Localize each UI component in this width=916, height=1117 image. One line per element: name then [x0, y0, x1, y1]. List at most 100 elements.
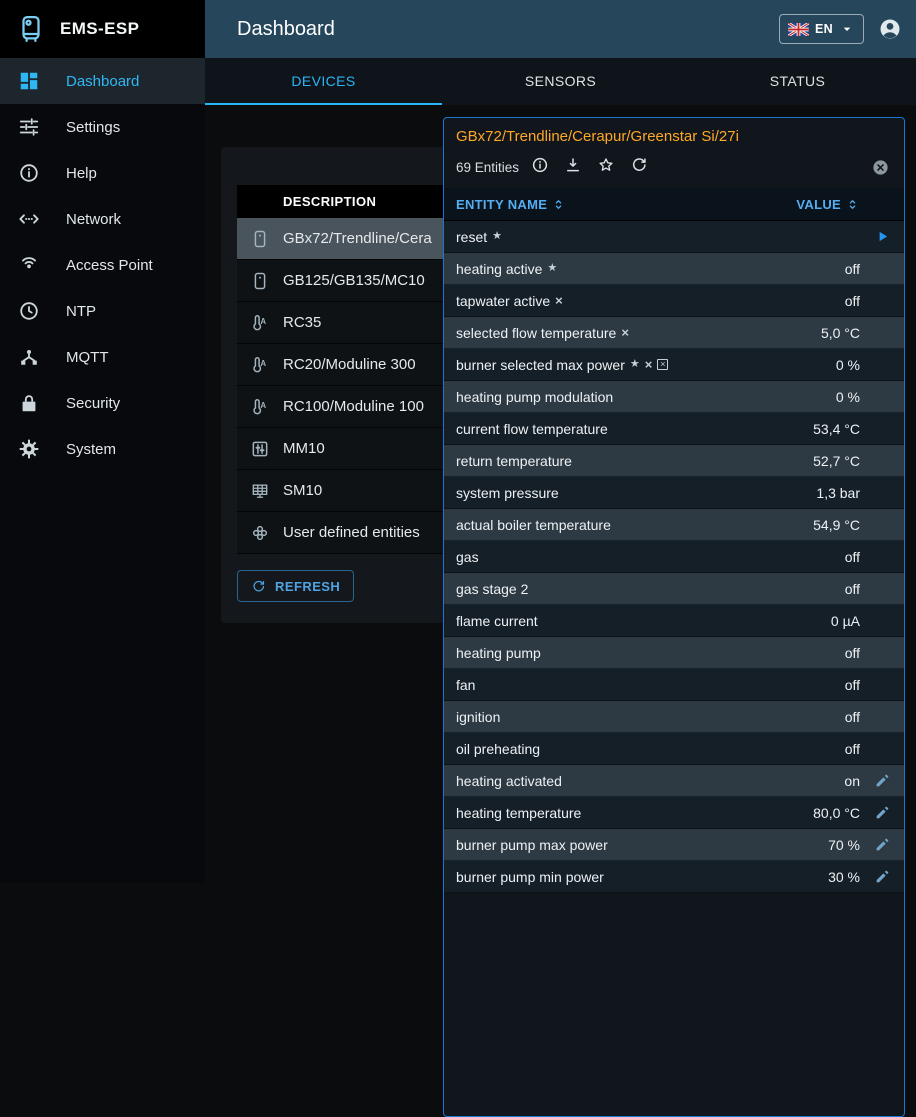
entity-value: 30 % [828, 869, 860, 885]
entity-row-heating-active[interactable]: heating active★off [444, 253, 904, 285]
entity-row-burner-selected-max-power[interactable]: burner selected max power★××0 % [444, 349, 904, 381]
info-icon[interactable] [531, 156, 549, 174]
entity-row-tapwater-active[interactable]: tapwater active×off [444, 285, 904, 317]
sidebar-item-system[interactable]: System [0, 426, 205, 472]
entity-row-ignition[interactable]: ignitionoff [444, 701, 904, 733]
thermostat-icon: A [250, 397, 270, 417]
sidebar: EMS-ESP DashboardSettingsHelpNetworkAcce… [0, 0, 205, 883]
tune-icon [18, 116, 40, 138]
entity-row-burner-pump-max-power[interactable]: burner pump max power70 % [444, 829, 904, 861]
tab-status[interactable]: STATUS [679, 58, 916, 105]
sidebar-item-help[interactable]: Help [0, 150, 205, 196]
entity-name: tapwater active [456, 293, 550, 309]
tab-label: STATUS [770, 73, 826, 89]
entity-value: 52,7 °C [813, 453, 860, 469]
solar-module-icon [250, 481, 270, 501]
lock-icon [18, 392, 40, 414]
entity-panel-toolbar: 69 Entities [456, 154, 892, 180]
sidebar-item-label: Access Point [66, 257, 153, 274]
account-icon[interactable] [878, 17, 902, 41]
entity-value: 54,9 °C [813, 517, 860, 533]
star-icon[interactable] [597, 156, 615, 174]
entity-panel-header: GBx72/Trendline/Cerapur/Greenstar Si/27i… [444, 118, 904, 188]
entity-action[interactable] [860, 772, 904, 789]
sidebar-item-security[interactable]: Security [0, 380, 205, 426]
entity-name: actual boiler temperature [456, 517, 611, 533]
entity-row-return-temperature[interactable]: return temperature 52,7 °C [444, 445, 904, 477]
refresh-button[interactable]: REFRESH [237, 570, 354, 602]
pencil-icon[interactable] [874, 804, 891, 821]
play-icon[interactable] [874, 228, 891, 245]
tab-sensors[interactable]: SENSORS [442, 58, 679, 105]
entity-row-heating-pump-modulation[interactable]: heating pump modulation0 % [444, 381, 904, 413]
column-value[interactable]: VALUE [796, 197, 860, 212]
entity-value: 0 % [836, 357, 860, 373]
pencil-icon[interactable] [874, 836, 891, 853]
entity-row-heating-activated[interactable]: heating activatedon [444, 765, 904, 797]
svg-text:A: A [260, 400, 266, 409]
column-entity-name[interactable]: ENTITY NAME [456, 197, 566, 212]
entity-action[interactable] [860, 804, 904, 821]
close-icon[interactable] [871, 158, 890, 177]
entity-row-heating-pump[interactable]: heating pumpoff [444, 637, 904, 669]
entity-row-fan[interactable]: fanoff [444, 669, 904, 701]
sidebar-item-network[interactable]: Network [0, 196, 205, 242]
entity-name: burner pump max power [456, 837, 608, 853]
entity-value: 1,3 bar [816, 485, 860, 501]
sidebar-item-label: Network [66, 211, 121, 228]
tab-devices[interactable]: DEVICES [205, 58, 442, 105]
device-hub-icon [18, 346, 40, 368]
pencil-icon[interactable] [874, 772, 891, 789]
entity-value: 5,0 °C [821, 325, 860, 341]
entity-value: off [845, 261, 860, 277]
language-button[interactable]: EN [779, 14, 864, 44]
sidebar-nav: Dashboard SettingsHelp Network Access Point… [0, 58, 205, 472]
appbar: Dashboard EN [205, 0, 916, 58]
entity-action[interactable] [860, 228, 904, 245]
entity-row-current-flow-temperature[interactable]: current flow temperature53,4 °C [444, 413, 904, 445]
column-label: ENTITY NAME [456, 197, 547, 212]
tab-label: DEVICES [291, 73, 355, 89]
thermostat-icon: A [250, 355, 270, 375]
sort-icon[interactable] [845, 197, 860, 212]
entities-count: 69 Entities [456, 160, 519, 175]
entity-row-system-pressure[interactable]: system pressure1,3 bar [444, 477, 904, 509]
content: DESCRIPTION GBx72/Trendline/CeraGB125/GB… [205, 105, 916, 883]
entity-name: heating temperature [456, 805, 581, 821]
entity-row-actual-boiler-temperature[interactable]: actual boiler temperature 54,9 °C [444, 509, 904, 541]
entity-action[interactable] [860, 868, 904, 885]
sidebar-item-ntp[interactable]: NTP [0, 288, 205, 334]
entity-action[interactable] [860, 836, 904, 853]
uk-flag-icon [788, 23, 809, 36]
entity-name: heating activated [456, 773, 562, 789]
info-icon [18, 162, 40, 184]
entity-row-gas[interactable]: gasoff [444, 541, 904, 573]
mixer-module-icon [250, 439, 270, 459]
entity-name: burner selected max power [456, 357, 625, 373]
refresh-icon[interactable] [630, 156, 648, 174]
entity-value: 80,0 °C [813, 805, 860, 821]
entity-panel: GBx72/Trendline/Cerapur/Greenstar Si/27i… [443, 117, 905, 1117]
entity-name: return temperature [456, 453, 572, 469]
sidebar-item-label: Dashboard [66, 73, 139, 90]
entity-row-selected-flow-temperature[interactable]: selected flow temperature×5,0 °C [444, 317, 904, 349]
sidebar-item-dashboard[interactable]: Dashboard [0, 58, 205, 104]
entity-row-oil-preheating[interactable]: oil preheatingoff [444, 733, 904, 765]
page-title: Dashboard [237, 18, 335, 41]
sidebar-item-access-point[interactable]: Access Point [0, 242, 205, 288]
entity-row-burner-pump-min-power[interactable]: burner pump min power30 % [444, 861, 904, 893]
entity-row-flame-current[interactable]: flame current0 µA [444, 605, 904, 637]
toolbar-icons [531, 156, 663, 179]
sort-icon[interactable] [551, 197, 566, 212]
pencil-icon[interactable] [874, 868, 891, 885]
entity-name: heating pump modulation [456, 389, 613, 405]
entity-row-gas-stage-2[interactable]: gas stage 2off [444, 573, 904, 605]
entity-row-heating-temperature[interactable]: heating temperature 80,0 °C [444, 797, 904, 829]
svg-text:A: A [260, 358, 266, 367]
entity-value: off [845, 645, 860, 661]
sidebar-item-mqtt[interactable]: MQTT [0, 334, 205, 380]
entity-row-reset[interactable]: reset★ [444, 221, 904, 253]
download-icon[interactable] [564, 156, 582, 174]
sidebar-item-settings[interactable]: Settings [0, 104, 205, 150]
device-label: SM10 [283, 482, 322, 499]
